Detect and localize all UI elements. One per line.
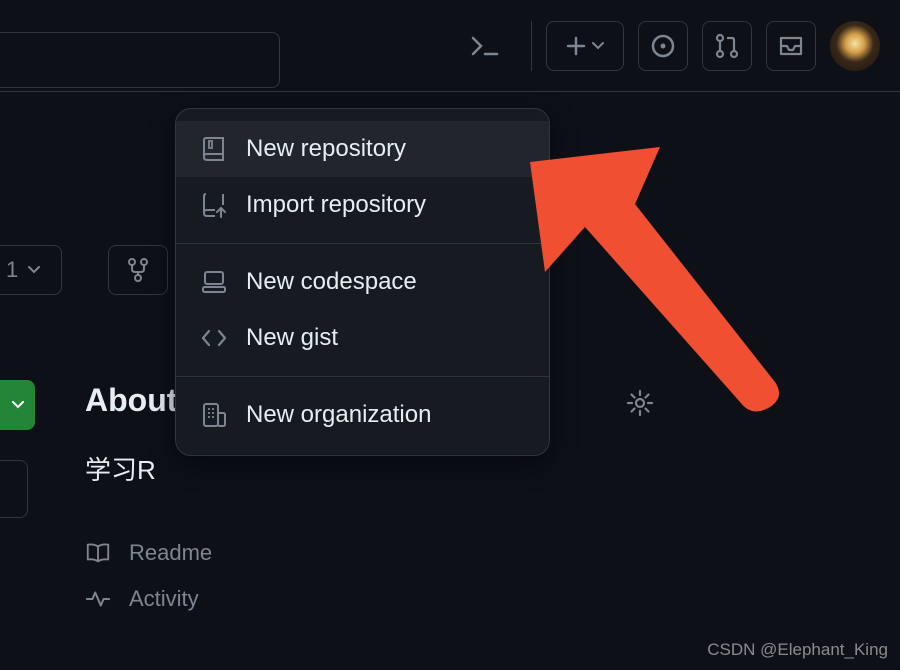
book-icon [85, 540, 111, 566]
branch-selector-partial[interactable]: 1 [0, 245, 62, 295]
organization-icon [200, 401, 228, 429]
repo-push-icon [200, 191, 228, 219]
menu-item-import-repository[interactable]: Import repository [176, 177, 549, 233]
menu-item-new-gist[interactable]: New gist [176, 310, 549, 366]
readme-link[interactable]: Readme [85, 530, 212, 576]
repo-description: 学习R [85, 450, 156, 487]
caret-down-icon [592, 42, 604, 50]
git-pull-request-icon [715, 33, 739, 59]
user-avatar[interactable] [830, 21, 880, 71]
menu-item-new-repository[interactable]: New repository [176, 121, 549, 177]
pull-requests-button[interactable] [702, 21, 752, 71]
branches-button-partial[interactable] [108, 245, 168, 295]
topbar-divider [531, 21, 532, 71]
file-list-partial [0, 460, 28, 518]
menu-item-new-organization[interactable]: New organization [176, 387, 549, 443]
menu-item-label: New codespace [246, 268, 417, 296]
notifications-button[interactable] [766, 21, 816, 71]
code-button-partial[interactable] [0, 380, 35, 430]
watermark: CSDN @Elephant_King [707, 640, 888, 660]
menu-separator [176, 376, 549, 377]
code-icon [200, 324, 228, 352]
command-palette-button[interactable] [455, 21, 517, 71]
about-heading: About [85, 382, 177, 419]
menu-item-label: Import repository [246, 191, 426, 219]
repo-settings-button[interactable] [625, 388, 655, 418]
activity-link[interactable]: Activity [85, 576, 212, 622]
git-branch-icon [126, 257, 150, 283]
create-new-button[interactable] [546, 21, 624, 71]
plus-icon [566, 36, 586, 56]
readme-label: Readme [129, 540, 212, 566]
activity-label: Activity [129, 586, 199, 612]
menu-item-label: New gist [246, 324, 338, 352]
codespaces-icon [200, 268, 228, 296]
command-palette-icon [471, 34, 501, 58]
menu-item-label: New organization [246, 401, 431, 429]
caret-down-icon [28, 266, 40, 274]
repo-meta-list: Readme Activity [85, 530, 212, 622]
branch-count: 1 [6, 257, 18, 283]
menu-item-label: New repository [246, 135, 406, 163]
issues-button[interactable] [638, 21, 688, 71]
caret-down-icon [12, 401, 24, 409]
inbox-icon [778, 35, 804, 57]
repo-icon [200, 135, 228, 163]
topbar-search-region[interactable] [0, 32, 280, 88]
menu-item-new-codespace[interactable]: New codespace [176, 254, 549, 310]
create-new-dropdown: New repository Import repository New cod… [175, 108, 550, 456]
menu-separator [176, 243, 549, 244]
issue-opened-icon [650, 33, 676, 59]
pulse-icon [85, 586, 111, 612]
gear-icon [625, 388, 655, 418]
